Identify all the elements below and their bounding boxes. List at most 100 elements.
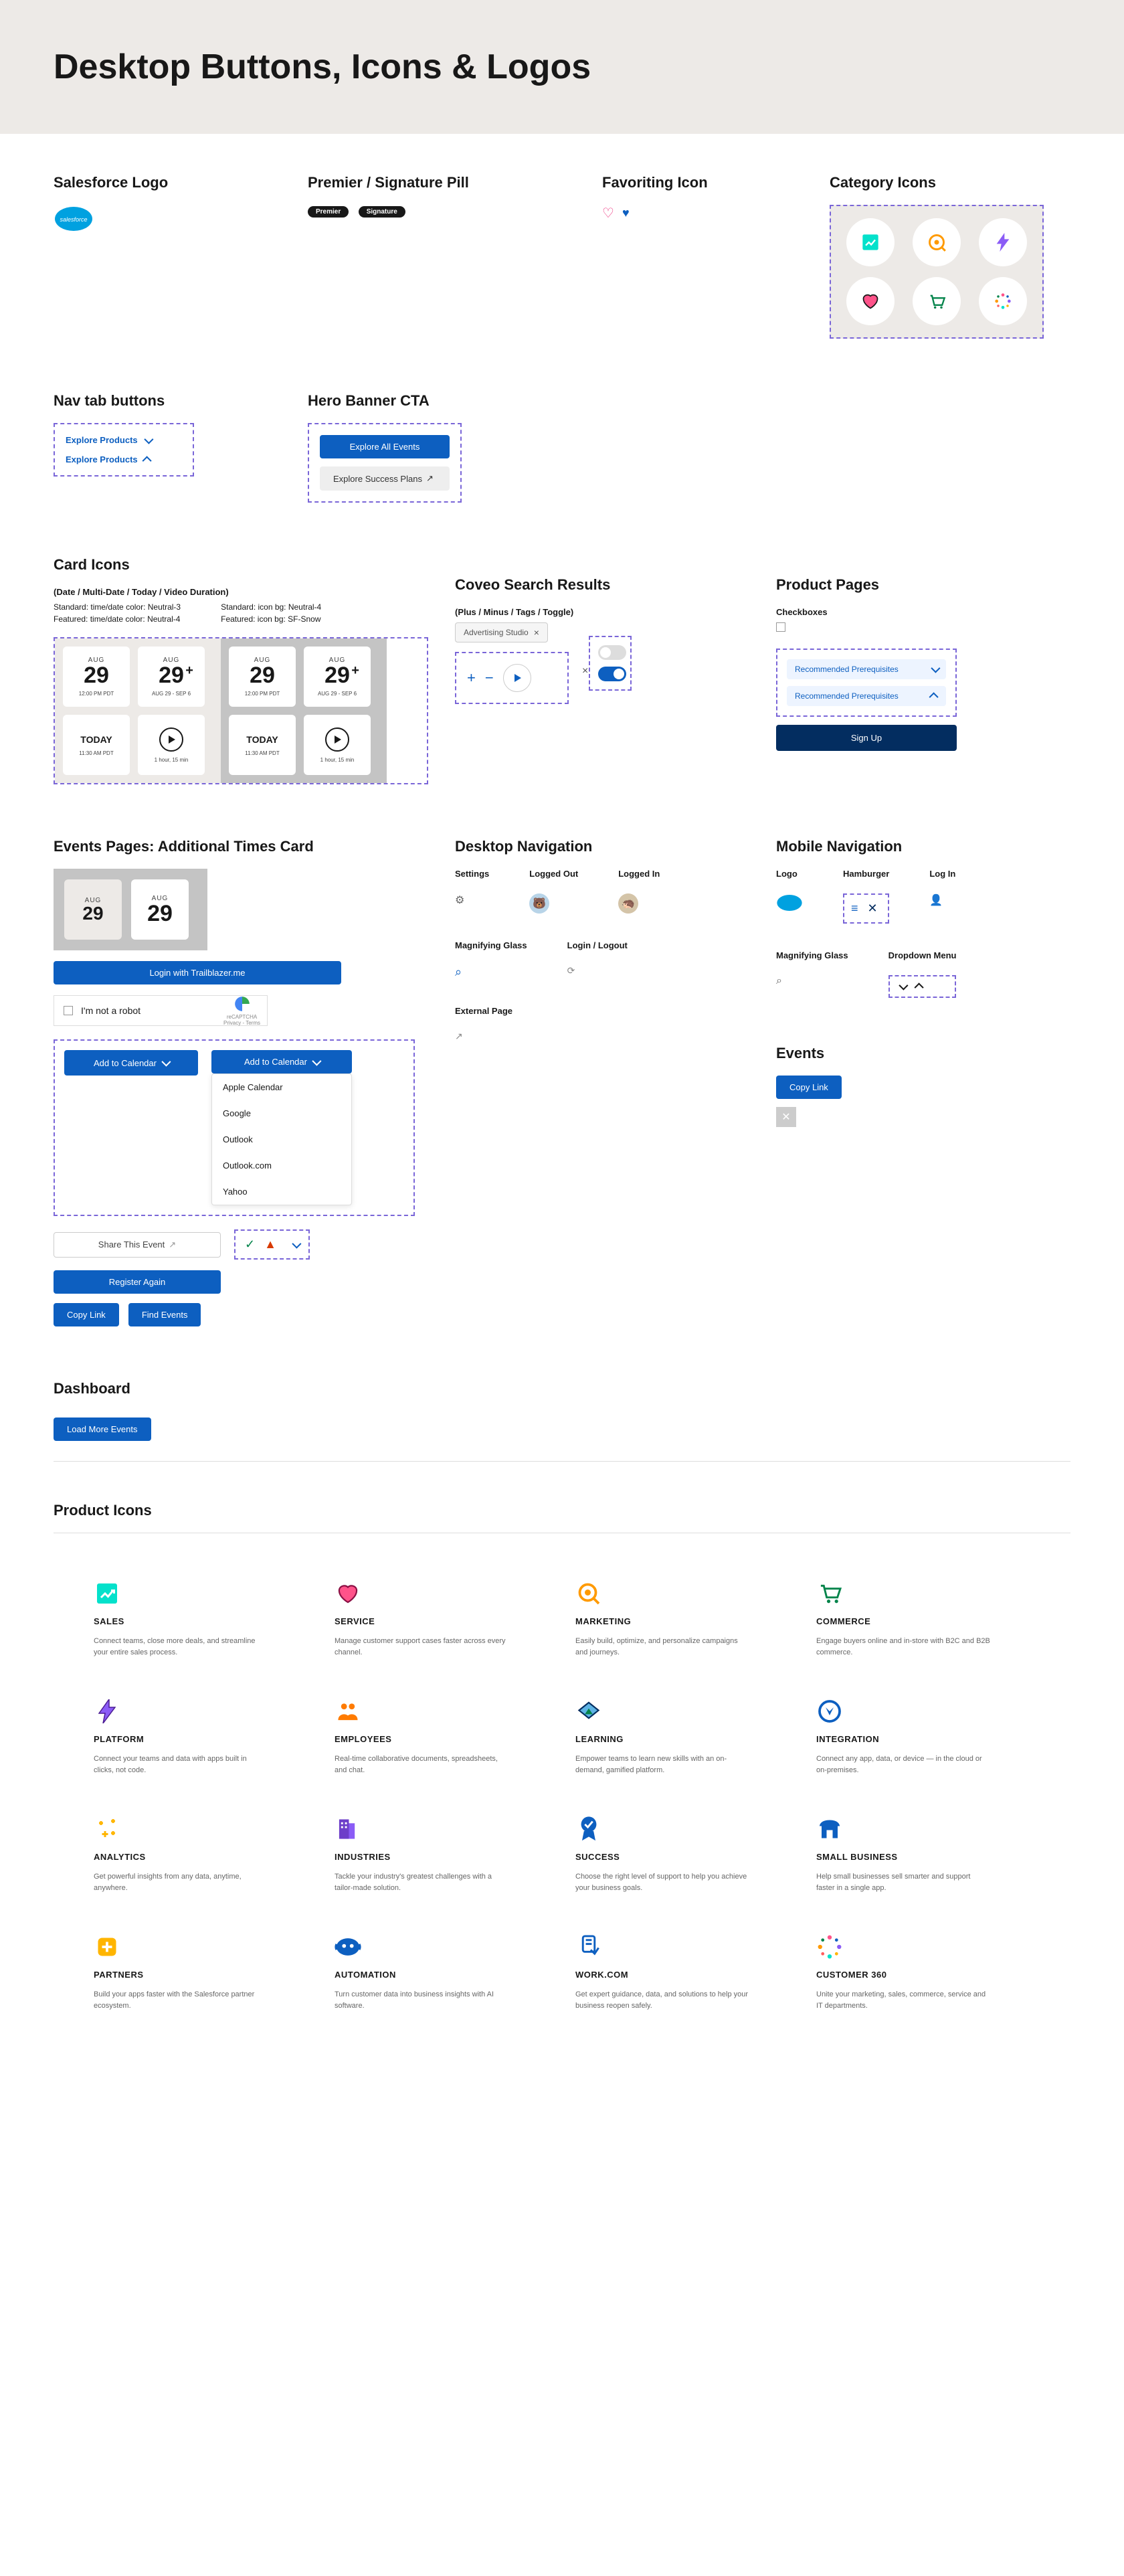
heart-outline-icon[interactable]: ♡ [602, 205, 614, 222]
register-again-button[interactable]: Register Again [54, 1270, 221, 1294]
check-icon: ✓ [245, 1237, 255, 1252]
copy-link-button[interactable]: Copy Link [54, 1303, 119, 1326]
logged-in-label: Logged In [618, 869, 660, 879]
recaptcha[interactable]: I'm not a robot reCAPTCHAPrivacy - Terms [54, 995, 268, 1026]
close-icon[interactable]: ✕ [868, 901, 878, 916]
avatar-logged-out[interactable]: 🐻 [529, 893, 549, 914]
integration-icon [816, 1698, 843, 1725]
salesforce-logo-small [776, 893, 803, 912]
share-event-button[interactable]: Share This Event ↗ [54, 1232, 221, 1258]
times-panel: AUG29 AUG29 [54, 869, 207, 950]
status-panel: ✓ ▲ [234, 1229, 310, 1260]
multidate-card-featured: AUG29AUG 29 - SEP 6 [304, 647, 371, 707]
section-events-pages: Events Pages: Additional Times Card [54, 838, 428, 855]
multidate-card: AUG29AUG 29 - SEP 6 [138, 647, 205, 707]
close-icon[interactable]: × [534, 627, 539, 638]
card-meta: Standard: icon bg: Neutral-4 [221, 602, 321, 612]
checkbox[interactable] [776, 622, 785, 632]
cal-yahoo[interactable]: Yahoo [212, 1179, 351, 1205]
hamburger-label: Hamburger [843, 869, 889, 879]
calendar-dropdown: Apple Calendar Google Outlook Outlook.co… [211, 1074, 352, 1205]
mobile-mag-label: Magnifying Glass [776, 950, 848, 960]
play-icon [159, 727, 183, 752]
signup-button[interactable]: Sign Up [776, 725, 957, 751]
times-card-inactive[interactable]: AUG29 [64, 879, 122, 940]
explore-events-button[interactable]: Explore All Events [320, 435, 450, 458]
service-icon [335, 1580, 361, 1607]
premier-pill: Premier [308, 206, 349, 218]
cal-google[interactable]: Google [212, 1100, 351, 1126]
cal-outlook[interactable]: Outlook [212, 1126, 351, 1152]
search-icon[interactable]: ⌕ [455, 965, 527, 979]
product-integration: INTEGRATIONConnect any app, data, or dev… [816, 1698, 1030, 1776]
cal-apple[interactable]: Apple Calendar [212, 1074, 351, 1100]
date-card: AUG2912:00 PM PDT [63, 647, 130, 707]
nav-tab-panel: Explore Products Explore Products [54, 423, 194, 477]
chevron-down-icon[interactable] [292, 1239, 301, 1248]
prereq-collapsed[interactable]: Recommended Prerequisites [787, 659, 946, 679]
external-link-icon[interactable]: ↗ [455, 1031, 512, 1042]
times-card-active[interactable]: AUG29 [131, 879, 189, 940]
product-commerce: COMMERCEEngage buyers online and in-stor… [816, 1580, 1030, 1658]
cal-outlookcom[interactable]: Outlook.com [212, 1152, 351, 1179]
page-header: Desktop Buttons, Icons & Logos [0, 0, 1124, 134]
product-employees: EMPLOYEESReal-time collaborative documen… [335, 1698, 549, 1776]
add-calendar-button[interactable]: Add to Calendar [64, 1050, 198, 1076]
category-platform-icon [979, 218, 1027, 266]
commerce-icon [816, 1580, 843, 1607]
user-icon[interactable]: 👤 [929, 893, 955, 907]
customer360-icon [816, 1934, 843, 1960]
mobile-logo-label: Logo [776, 869, 803, 879]
add-calendar-button-open[interactable]: Add to Calendar [211, 1050, 352, 1074]
automation-icon [335, 1934, 361, 1960]
section-card-icons: Card Icons [54, 556, 428, 574]
category-commerce-icon [913, 277, 961, 325]
chevron-up-icon[interactable] [914, 982, 923, 992]
nav-tab-collapsed[interactable]: Explore Products [66, 435, 182, 445]
search-tag[interactable]: Advertising Studio× [455, 622, 548, 642]
product-analytics: ANALYTICSGet powerful insights from any … [94, 1816, 308, 1893]
product-partners: PARTNERSBuild your apps faster with the … [94, 1934, 308, 2011]
section-dashboard: Dashboard [54, 1380, 1070, 1397]
close-icon[interactable]: × [582, 665, 588, 677]
toggle-off[interactable] [598, 645, 626, 660]
nav-tab-expanded[interactable]: Explore Products [66, 454, 182, 464]
login-logout-icon[interactable]: ⟳ [567, 965, 628, 976]
load-more-button[interactable]: Load More Events [54, 1418, 151, 1441]
card-icons-panel: AUG2912:00 PM PDT AUG29AUG 29 - SEP 6 TO… [54, 637, 428, 784]
copy-link-button[interactable]: Copy Link [776, 1076, 842, 1099]
search-icon[interactable]: ⌕ [776, 975, 848, 987]
sales-icon [94, 1580, 120, 1607]
toggle-on[interactable] [598, 667, 626, 681]
prereq-panel: Recommended Prerequisites Recommended Pr… [776, 649, 957, 717]
today-card: TODAY11:30 AM PDT [63, 715, 130, 775]
external-link-icon: ↗ [426, 473, 434, 484]
chevron-down-icon [144, 434, 153, 444]
avatar-logged-in[interactable]: 🦔 [618, 893, 638, 914]
play-button[interactable] [503, 664, 531, 692]
captcha-label: I'm not a robot [81, 1005, 140, 1016]
minus-button[interactable]: − [485, 669, 494, 687]
gear-icon[interactable]: ⚙ [455, 893, 489, 907]
mobile-login-label: Log In [929, 869, 955, 879]
industries-icon [335, 1816, 361, 1842]
coveo-subtitle: (Plus / Minus / Tags / Toggle) [455, 607, 749, 617]
close-box[interactable]: ✕ [776, 1107, 796, 1127]
signature-pill: Signature [359, 206, 405, 218]
chevron-down-icon[interactable] [899, 981, 908, 991]
login-trailblazer-button[interactable]: Login with Trailblazer.me [54, 961, 341, 984]
plus-button[interactable]: + [467, 669, 476, 687]
product-workcom: WORK.COMGet expert guidance, data, and s… [575, 1934, 789, 2011]
heart-fill-icon[interactable]: ♥ [622, 206, 630, 220]
product-platform: PLATFORMConnect your teams and data with… [94, 1698, 308, 1776]
small-business-icon [816, 1816, 843, 1842]
employees-icon [335, 1698, 361, 1725]
today-card-featured: TODAY11:30 AM PDT [229, 715, 296, 775]
play-icon [325, 727, 349, 752]
login-label: Login / Logout [567, 940, 628, 950]
prereq-expanded[interactable]: Recommended Prerequisites [787, 686, 946, 706]
explore-success-button[interactable]: Explore Success Plans ↗ [320, 466, 450, 491]
find-events-button[interactable]: Find Events [128, 1303, 201, 1326]
hamburger-icon[interactable]: ≡ [851, 901, 858, 916]
section-desktop-nav: Desktop Navigation [455, 838, 749, 855]
